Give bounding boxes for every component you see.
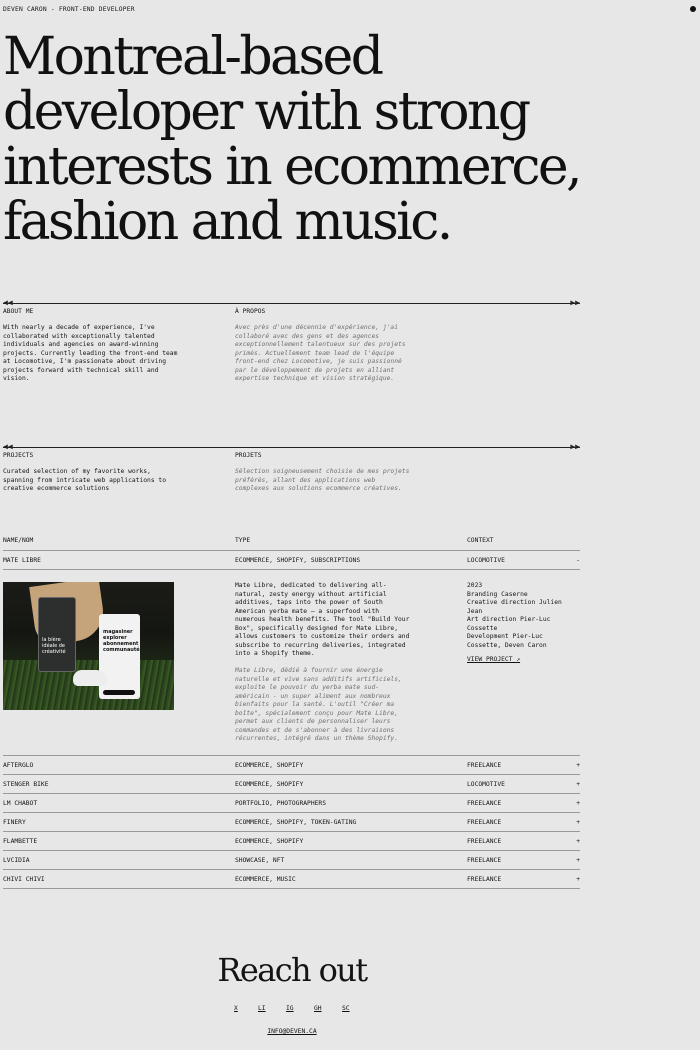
table-row[interactable]: FINERY ECOMMERCE, SHOPIFY, TOKEN-GATING … bbox=[3, 813, 580, 832]
row-name: LM CHABOT bbox=[3, 800, 38, 807]
reach-out-heading: Reach out bbox=[217, 951, 368, 989]
section-divider-projects: ◀◀ ▶▶ bbox=[3, 443, 580, 451]
meta-creative-direction: Creative direction Julien Jean bbox=[467, 599, 562, 615]
projects-table-header: NAME/NOM TYPE CONTEXT bbox=[3, 537, 580, 551]
row-name: FLAMBETTE bbox=[3, 838, 38, 845]
row-context: LOCOMOTIVE bbox=[467, 557, 505, 564]
table-row[interactable]: STENGER BIKE ECOMMERCE, SHOPIFY LOCOMOTI… bbox=[3, 775, 580, 794]
row-name: FINERY bbox=[3, 819, 26, 826]
meta-branding: Branding Caserne bbox=[467, 590, 528, 598]
image-phone-left: la bière idéale de créativité bbox=[38, 597, 76, 672]
project-details-panel: la bière idéale de créativité magasiner … bbox=[3, 569, 580, 756]
arrow-left-icon: ◀◀ bbox=[3, 442, 13, 451]
social-link-linkedin[interactable]: LI bbox=[258, 1005, 266, 1014]
image-phone-left-text: la bière idéale de créativité bbox=[42, 637, 66, 655]
projects-label-en: PROJECTS bbox=[3, 452, 34, 459]
projects-label-fr: PROJETS bbox=[235, 452, 262, 459]
social-link-github[interactable]: GH bbox=[314, 1005, 322, 1014]
header-context: CONTEXT bbox=[467, 537, 494, 544]
projects-text-en: Curated selection of my favorite works, … bbox=[3, 468, 167, 492]
social-link-x[interactable]: X bbox=[234, 1005, 238, 1014]
row-type: ECOMMERCE, SHOPIFY bbox=[235, 762, 304, 769]
row-context: FREELANCE bbox=[467, 876, 502, 883]
expand-toggle-icon[interactable]: + bbox=[576, 838, 580, 847]
image-shoe-shape bbox=[73, 670, 107, 686]
social-link-instagram[interactable]: IG bbox=[286, 1005, 294, 1014]
arrow-left-icon: ◀◀ bbox=[3, 298, 13, 307]
social-links: X LI IG GH SC bbox=[228, 1005, 358, 1015]
header-type: TYPE bbox=[235, 537, 251, 544]
header-name: NAME/NOM bbox=[3, 537, 34, 544]
image-phone-right: magasiner explorer abonnement communauté bbox=[99, 614, 140, 699]
arrow-right-icon: ▶▶ bbox=[570, 442, 580, 451]
row-type: ECOMMERCE, SHOPIFY bbox=[235, 781, 304, 788]
view-project-link[interactable]: VIEW PROJECT ↗ bbox=[467, 656, 520, 665]
meta-development: Development Pier-Luc Cossette, Deven Car… bbox=[467, 633, 547, 649]
row-name: CHIVI CHIVI bbox=[3, 876, 45, 883]
expand-toggle-icon[interactable]: + bbox=[576, 819, 580, 828]
row-type: SHOWCASE, NFT bbox=[235, 857, 285, 864]
table-row[interactable]: AFTERGLO ECOMMERCE, SHOPIFY FREELANCE + bbox=[3, 756, 580, 775]
expand-toggle-icon[interactable]: + bbox=[576, 762, 580, 771]
about-label-en: ABOUT ME bbox=[3, 308, 34, 315]
social-link-soundcloud[interactable]: SC bbox=[342, 1005, 350, 1014]
arrow-right-icon: ▶▶ bbox=[570, 298, 580, 307]
email-link[interactable]: INFO@DEVEN.CA bbox=[267, 1028, 316, 1035]
menu-dot-icon[interactable] bbox=[690, 6, 696, 12]
row-type: PORTFOLIO, PHOTOGRAPHERS bbox=[235, 800, 326, 807]
row-context: FREELANCE bbox=[467, 819, 502, 826]
table-row[interactable]: FLAMBETTE ECOMMERCE, SHOPIFY FREELANCE + bbox=[3, 832, 580, 851]
about-text-fr: Avec près d'une décennie d'expérience, j… bbox=[235, 324, 406, 382]
row-type: ECOMMERCE, MUSIC bbox=[235, 876, 296, 883]
row-type: ECOMMERCE, SHOPIFY, SUBSCRIPTIONS bbox=[235, 557, 361, 564]
row-name: MATE LIBRE bbox=[3, 557, 41, 564]
projects-text-fr: Sélection soigneusement choisie de mes p… bbox=[235, 468, 410, 492]
row-type: ECOMMERCE, SHOPIFY bbox=[235, 838, 304, 845]
expand-toggle-icon[interactable]: + bbox=[576, 876, 580, 885]
expand-toggle-icon[interactable]: + bbox=[576, 857, 580, 866]
project-meta: 2023 Branding Caserne Creative direction… bbox=[467, 582, 580, 665]
row-context: FREELANCE bbox=[467, 857, 502, 864]
row-name: AFTERGLO bbox=[3, 762, 34, 769]
project-description-fr: Mate Libre, dédié à fournir une énergie … bbox=[235, 667, 402, 742]
expand-toggle-icon[interactable]: + bbox=[576, 800, 580, 809]
table-row-mate-libre[interactable]: MATE LIBRE ECOMMERCE, SHOPIFY, SUBSCRIPT… bbox=[3, 551, 580, 570]
collapse-toggle-icon[interactable]: - bbox=[576, 557, 580, 566]
row-context: LOCOMOTIVE bbox=[467, 781, 505, 788]
row-name: LVCIDIA bbox=[3, 857, 30, 864]
section-divider-about: ◀◀ ▶▶ bbox=[3, 299, 580, 307]
project-description-en: Mate Libre, dedicated to delivering all-… bbox=[235, 582, 410, 657]
table-row[interactable]: LM CHABOT PORTFOLIO, PHOTOGRAPHERS FREEL… bbox=[3, 794, 580, 813]
meta-art-direction: Art direction Pier-Luc Cossette bbox=[467, 616, 551, 632]
email-row: INFO@DEVEN.CA bbox=[0, 1028, 584, 1037]
about-label-fr: À PROPOS bbox=[235, 308, 266, 315]
meta-year: 2023 bbox=[467, 582, 483, 589]
image-phone-right-text: magasiner explorer abonnement communauté bbox=[103, 629, 140, 653]
expand-toggle-icon[interactable]: + bbox=[576, 781, 580, 790]
about-text-en-body: With nearly a decade of experience, I've… bbox=[3, 324, 178, 382]
table-row[interactable]: LVCIDIA SHOWCASE, NFT FREELANCE + bbox=[3, 851, 580, 870]
row-name: STENGER BIKE bbox=[3, 781, 49, 788]
table-row[interactable]: CHIVI CHIVI ECOMMERCE, MUSIC FREELANCE + bbox=[3, 870, 580, 889]
site-header-title: DEVEN CARON - FRONT-END DEVELOPER bbox=[3, 6, 135, 13]
row-context: FREELANCE bbox=[467, 838, 502, 845]
about-text-en: With nearly a decade of experience, I've… bbox=[3, 324, 178, 384]
row-type: ECOMMERCE, SHOPIFY, TOKEN-GATING bbox=[235, 819, 357, 826]
project-image: la bière idéale de créativité magasiner … bbox=[3, 582, 174, 710]
image-phone-button bbox=[103, 690, 135, 695]
row-context: FREELANCE bbox=[467, 762, 502, 769]
hero-heading: Montreal-based developer with strong int… bbox=[3, 27, 583, 252]
row-context: FREELANCE bbox=[467, 800, 502, 807]
